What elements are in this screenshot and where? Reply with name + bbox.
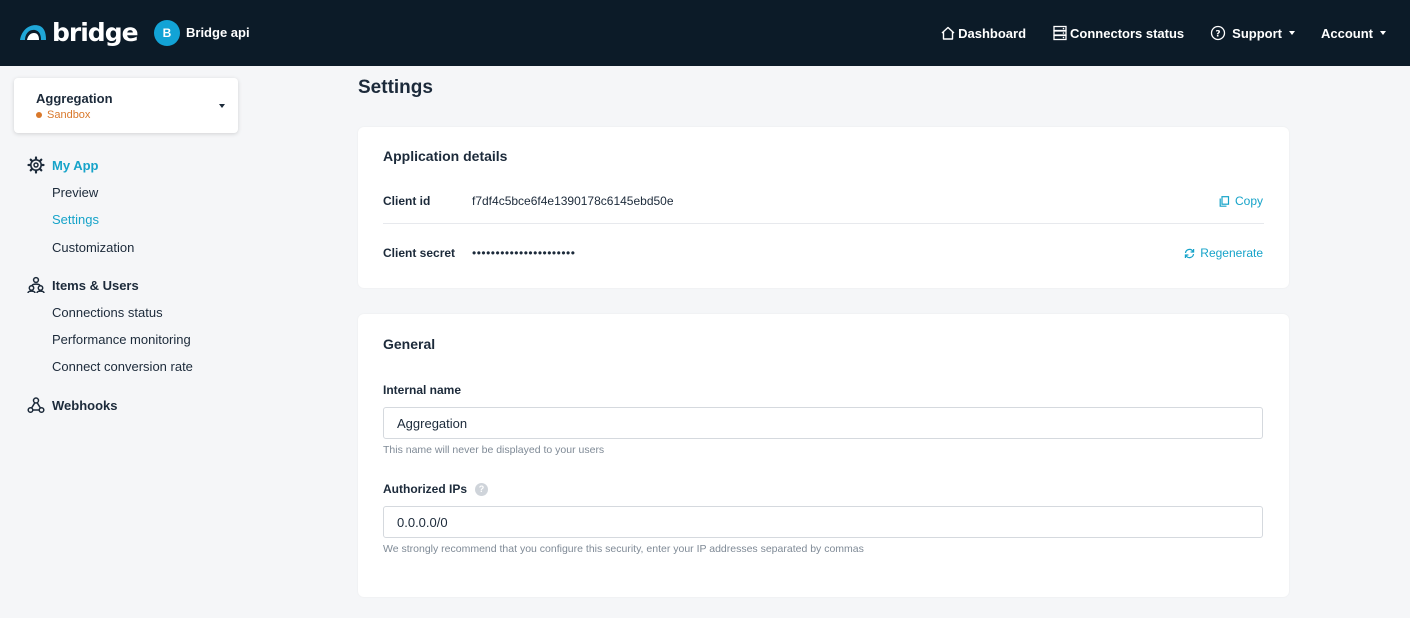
- top-nav: Dashboard Connectors status ? Support Ac…: [940, 0, 1386, 66]
- authorized-ips-hint: We strongly recommend that you configure…: [383, 543, 864, 555]
- chevron-down-icon: [1380, 31, 1386, 35]
- sidebar-item-connections-status[interactable]: Connections status: [52, 305, 163, 320]
- logo-text: bridge: [52, 17, 139, 47]
- internal-name-input[interactable]: [383, 407, 1263, 439]
- chevron-down-icon: [219, 104, 225, 108]
- client-secret-value: ••••••••••••••••••••••: [472, 246, 576, 260]
- users-icon: [27, 276, 45, 294]
- app-avatar[interactable]: B: [154, 20, 180, 46]
- internal-name-label: Internal name: [383, 383, 461, 397]
- general-card: General Internal name This name will nev…: [358, 314, 1289, 597]
- nav-connectors-status-label: Connectors status: [1070, 25, 1185, 41]
- environment-selector[interactable]: Aggregation Sandbox: [14, 78, 238, 133]
- card-title: General: [383, 336, 436, 352]
- question-circle-icon: ?: [1211, 25, 1226, 41]
- sidebar-item-performance-monitoring[interactable]: Performance monitoring: [52, 332, 191, 347]
- server-icon: [1053, 25, 1067, 41]
- webhook-icon: [27, 397, 45, 414]
- client-secret-label: Client secret: [383, 246, 456, 260]
- chevron-down-icon: [1289, 31, 1295, 35]
- environment-mode: Sandbox: [36, 109, 90, 121]
- bridge-arc-icon: [20, 25, 46, 40]
- client-id-label: Client id: [383, 194, 431, 208]
- copy-button-label: Copy: [1234, 194, 1263, 208]
- refresh-icon: [1185, 248, 1195, 258]
- nav-account[interactable]: Account: [1321, 26, 1386, 41]
- nav-support-label: Support: [1232, 25, 1282, 41]
- environment-mode-label: Sandbox: [47, 109, 91, 121]
- svg-text:?: ?: [1216, 30, 1221, 40]
- authorized-ips-input[interactable]: [383, 506, 1263, 538]
- help-icon[interactable]: ?: [475, 482, 489, 496]
- regenerate-button-label: Regenerate: [1200, 246, 1263, 260]
- top-bar: bridge B Bridge api Dashboard Connectors…: [0, 0, 1410, 66]
- client-id-value: f7df4c5bce6f4e1390178c6145ebd50e: [472, 194, 674, 208]
- nav-account-label: Account: [1321, 25, 1373, 41]
- nav-support[interactable]: ? Support: [1210, 25, 1295, 41]
- sidebar-section-label: My App: [52, 157, 99, 173]
- sidebar-section-label: Webhooks: [52, 397, 118, 413]
- sidebar-section-webhooks[interactable]: Webhooks: [27, 396, 118, 414]
- page-title: Settings: [358, 77, 433, 98]
- authorized-ips-label-text: Authorized IPs: [383, 482, 468, 496]
- divider: [383, 223, 1264, 224]
- status-dot-icon: [36, 112, 42, 118]
- bridge-logo[interactable]: bridge: [18, 17, 139, 47]
- application-details-card: Application details Client id f7df4c5bce…: [358, 127, 1289, 288]
- app-name[interactable]: Bridge api: [186, 25, 250, 40]
- gear-icon: [27, 156, 45, 174]
- nav-dashboard[interactable]: Dashboard: [940, 25, 1026, 41]
- environment-name: Aggregation: [36, 91, 113, 106]
- sidebar-item-customization[interactable]: Customization: [52, 240, 134, 255]
- sidebar-item-connect-conversion-rate[interactable]: Connect conversion rate: [52, 359, 193, 374]
- nav-connectors-status[interactable]: Connectors status: [1052, 25, 1184, 41]
- copy-icon: [1219, 195, 1230, 207]
- home-icon: [941, 26, 955, 40]
- nav-dashboard-label: Dashboard: [958, 25, 1027, 41]
- copy-button[interactable]: Copy: [1219, 194, 1263, 208]
- regenerate-button[interactable]: Regenerate: [1184, 246, 1263, 260]
- sidebar-item-preview[interactable]: Preview: [52, 185, 98, 200]
- internal-name-label-text: Internal name: [383, 383, 462, 397]
- internal-name-hint: This name will never be displayed to you…: [383, 444, 605, 456]
- sidebar-item-settings[interactable]: Settings: [52, 212, 99, 227]
- sidebar-section-label: Items & Users: [52, 277, 139, 293]
- authorized-ips-label: Authorized IPs ?: [383, 482, 489, 496]
- sidebar-section-my-app[interactable]: My App: [27, 156, 98, 174]
- sidebar-section-items-users[interactable]: Items & Users: [27, 276, 139, 294]
- card-title: Application details: [383, 148, 508, 164]
